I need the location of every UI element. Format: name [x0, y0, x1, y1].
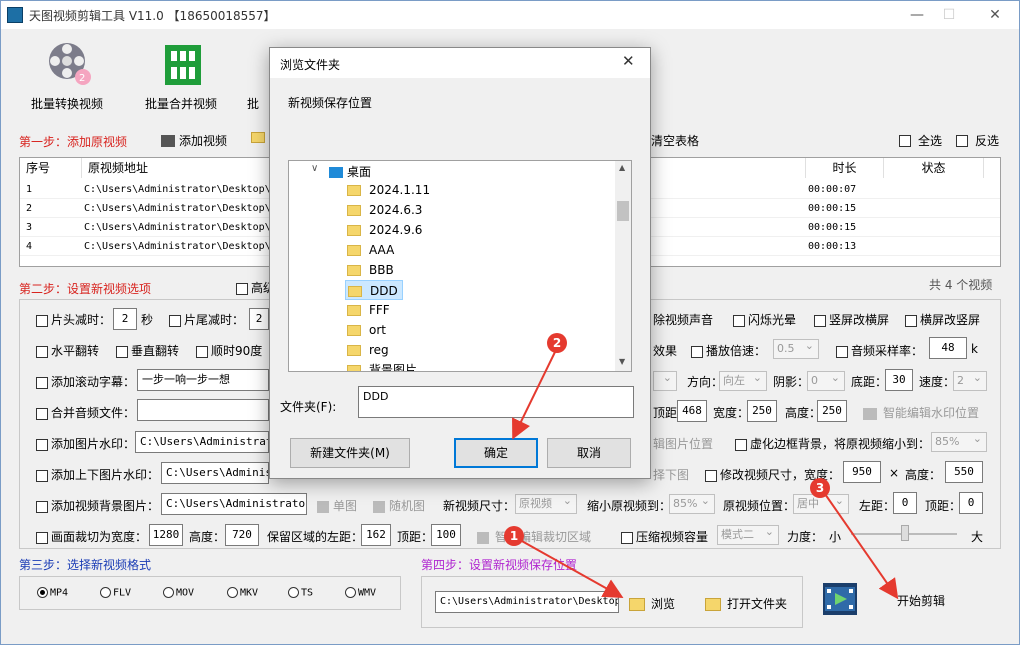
arrow-2: [512, 351, 556, 440]
arrow-1: [519, 539, 624, 598]
annotation-overlay: [512, 351, 899, 600]
marker-2: 2: [547, 333, 567, 353]
marker-1: 1: [504, 526, 524, 546]
arrow-3: [824, 493, 899, 600]
marker-3: 3: [810, 478, 830, 498]
